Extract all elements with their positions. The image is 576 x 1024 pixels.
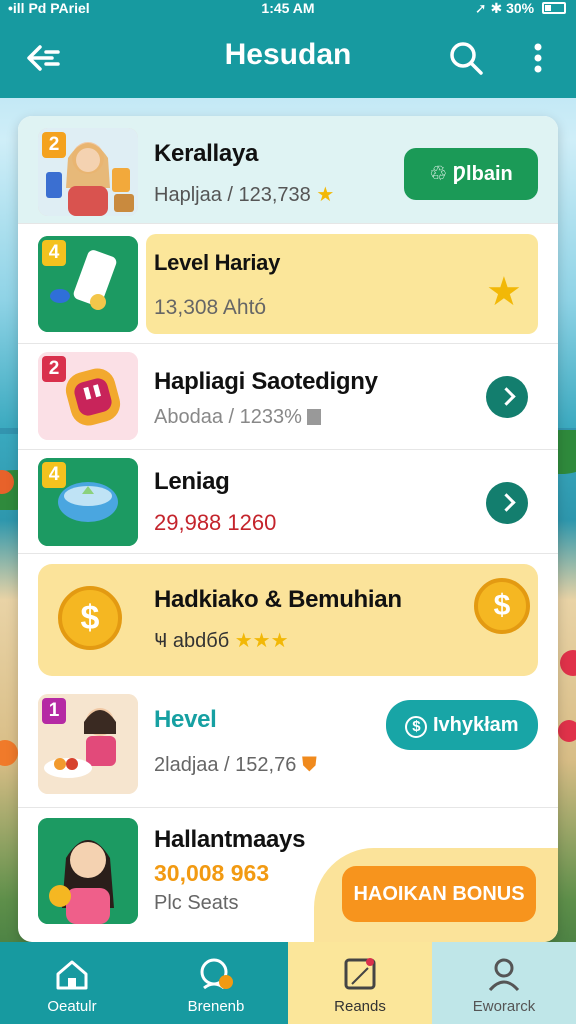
rewards-icon	[200, 958, 233, 990]
item-value: 30,008 963	[154, 860, 270, 886]
bottom-navigation: Oeatulr Brenenb Reands Eworarck	[0, 942, 576, 1024]
recycle-icon: ♲	[429, 163, 448, 185]
redeem-button-label: Ιvhykłam	[432, 714, 519, 736]
claim-button-label: Ƿlbain	[452, 163, 513, 185]
nav-rewards-label: Brenenb	[187, 998, 245, 1015]
task-list: 2 Kerallaya Haplјaa / 123,738 ★ ♲ Ƿlbain…	[18, 116, 558, 942]
search-icon[interactable]	[444, 36, 488, 80]
item-title: Hallantmaays	[154, 826, 306, 853]
more-vertical-icon[interactable]	[520, 36, 556, 80]
item-title: Hapliagi Saotedigny	[154, 368, 378, 395]
dollar-icon: $	[405, 716, 428, 738]
status-right: ➚ ✱ 30%	[475, 0, 566, 17]
bonus-subtitle-text: Ҹ abdбб	[154, 630, 230, 652]
app-bar: Hesudan	[0, 18, 576, 98]
nav-home[interactable]: Oeatulr	[0, 942, 144, 1024]
shield-icon: ⛊	[301, 754, 317, 776]
rank-badge: 2	[42, 132, 66, 158]
battery-percent: 30%	[506, 0, 535, 16]
chevron-right-button[interactable]	[486, 376, 528, 418]
item-subtitle: Haplјaa / 123,738 ★	[154, 182, 334, 207]
item-title: Level Hariay	[154, 250, 281, 275]
claim-button[interactable]: ♲ Ƿlbain	[404, 148, 538, 200]
nav-tasks[interactable]: Reands	[288, 942, 432, 1024]
item-subtitle: Plc Seats	[154, 892, 239, 914]
list-item[interactable]: Hallantmaays 30,008 963 Plc Seats HAOIKA…	[18, 808, 558, 942]
item-subtitle-text: Haplјaa / 123,738	[154, 184, 311, 206]
nav-home-label: Oeatulr	[47, 998, 97, 1015]
star-icon: ★	[486, 270, 522, 314]
bonus-button[interactable]: HAOIKAN BONUS	[342, 866, 536, 922]
nav-profile[interactable]: Eworarck	[432, 942, 576, 1024]
status-bar: •ill Pd PAriel 1:45 AM ➚ ✱ 30%	[0, 0, 576, 18]
rank-badge: 4	[42, 462, 66, 488]
nav-rewards[interactable]: Brenenb	[144, 942, 288, 1024]
rank-badge: 2	[42, 356, 66, 382]
home-icon	[56, 960, 88, 990]
nav-profile-label: Eworarck	[472, 998, 536, 1015]
item-subtitle-text: 2ladjaa / 152,76	[154, 754, 297, 776]
item-title: Leniag	[154, 468, 230, 495]
item-subtitle: Abodaa / 1233%	[154, 406, 322, 429]
location-icon: ➚	[474, 0, 487, 16]
bonus-subtitle: Ҹ abdбб ★★★	[154, 628, 289, 653]
flag-icon	[307, 409, 322, 425]
list-item[interactable]: 2 Hapliagi Saotedigny Abodaa / 1233%	[18, 344, 558, 450]
avatar-girl-coin	[38, 818, 138, 924]
nav-tasks-label: Reands	[334, 998, 386, 1015]
stars-icon: ★★★	[234, 630, 289, 652]
avatar-woman-cooking: 1	[38, 694, 138, 794]
redeem-button[interactable]: $ Ιvhykłam	[386, 700, 538, 750]
rank-badge: 4	[42, 240, 66, 266]
item-subtitle: 2ladjaa / 152,76 ⛊	[154, 754, 317, 777]
list-item[interactable]: 2 Kerallaya Haplјaa / 123,738 ★ ♲ Ƿlbain	[18, 116, 558, 224]
coin-icon: $	[58, 586, 122, 650]
item-title: Hevel	[154, 706, 217, 733]
bonus-title: Hadkiako & Bemuhian	[154, 586, 402, 613]
star-icon: ★	[316, 184, 335, 206]
item-subtitle: 13,308 Ahtó	[154, 296, 267, 319]
bowl-thumbnail: 4	[38, 458, 138, 546]
bonus-row[interactable]: $ Hadkiako & Bemuhian Ҹ abdбб ★★★ $	[18, 554, 558, 686]
list-item[interactable]: 4 Level Hariay 13,308 Ahtó ★	[18, 224, 558, 344]
item-subtitle: 29,988 1260	[154, 510, 277, 535]
chevron-right-button[interactable]	[486, 482, 528, 524]
page-title: Hesudan	[224, 38, 352, 71]
phone-item-thumbnail: 4	[38, 236, 138, 332]
item-subtitle-text: Abodaa / 1233%	[154, 406, 302, 428]
rank-badge: 1	[42, 698, 66, 724]
battery-icon	[542, 2, 566, 14]
tasks-icon	[344, 958, 376, 990]
profile-icon	[488, 958, 520, 992]
list-item[interactable]: 1 Hevel 2ladjaa / 152,76 ⛊ $ Ιvhykłam	[18, 686, 558, 808]
bluetooth-icon: ✱	[490, 0, 503, 16]
list-item[interactable]: 4 Leniag 29,988 1260	[18, 450, 558, 554]
avatar-woman-shopping: 2	[38, 128, 138, 216]
item-title: Kerallaya	[154, 140, 259, 167]
game-controller-thumbnail: 2	[38, 352, 138, 440]
coin-icon: $	[474, 578, 530, 634]
